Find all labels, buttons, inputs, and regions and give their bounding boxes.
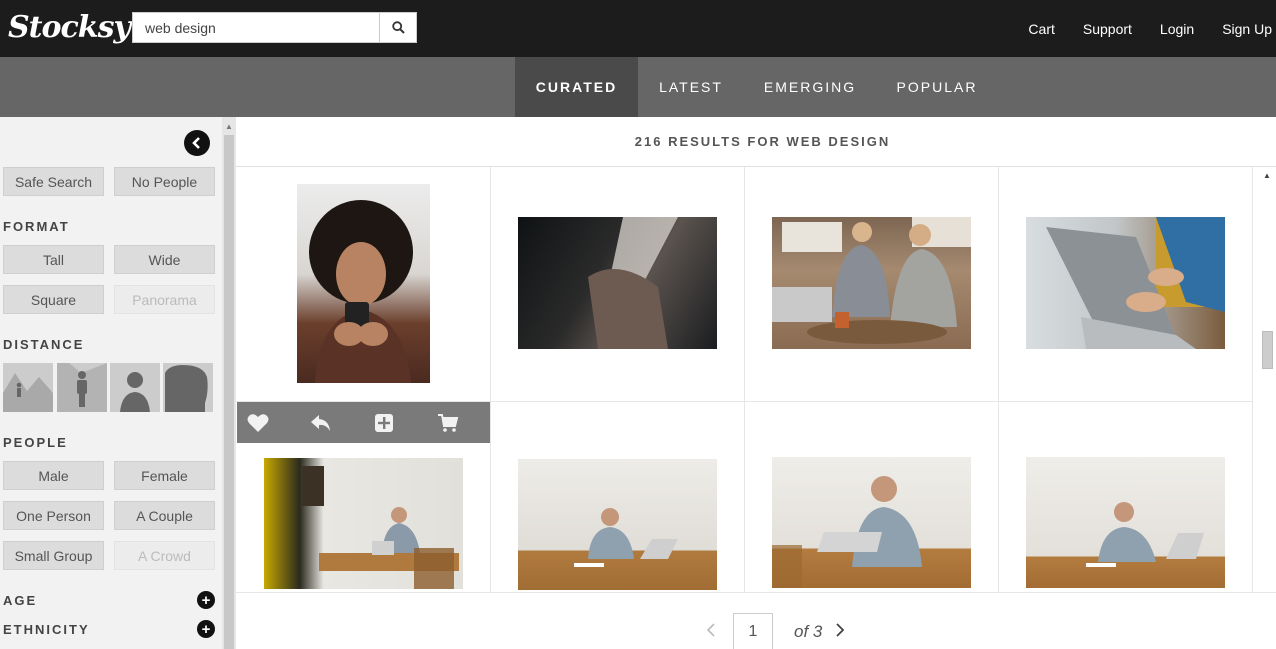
result-thumbnail[interactable] [518, 459, 717, 590]
add-to-lightbox-button[interactable] [373, 412, 395, 434]
result-thumbnail[interactable] [1026, 217, 1225, 349]
results-count-text: 216 RESULTS FOR WEB DESIGN [634, 134, 891, 149]
no-people-toggle[interactable]: No People [114, 167, 215, 196]
age-expand-plus-icon[interactable]: + [197, 591, 215, 609]
people-heading: PEOPLE [3, 435, 68, 450]
woman-with-phone-photo [309, 200, 413, 383]
full-body-figure-icon [57, 363, 107, 412]
result-thumbnail[interactable] [297, 184, 430, 383]
result-tile[interactable] [999, 402, 1253, 592]
format-heading: FORMAT [3, 219, 70, 234]
result-thumbnail[interactable] [518, 217, 717, 349]
tab-curated[interactable]: CURATED [515, 57, 638, 117]
sidebar-scrollbar[interactable]: ▲ [222, 117, 236, 649]
category-tab-bar: CURATED LATEST EMERGING POPULAR [0, 57, 1276, 117]
scroll-up-arrow-icon[interactable]: ▲ [225, 122, 233, 131]
half-body-figure-icon [120, 372, 150, 412]
tile-action-bar [237, 402, 490, 443]
chevron-right-icon [836, 623, 845, 637]
landscape-figure-icon [3, 373, 53, 412]
result-tile[interactable] [491, 167, 745, 402]
support-link[interactable]: Support [1083, 21, 1132, 37]
stocksy-logo[interactable]: Stocksy [8, 10, 131, 45]
previous-page-button[interactable] [705, 622, 717, 643]
result-thumbnail[interactable] [1026, 457, 1225, 588]
distance-full-body-option[interactable] [57, 363, 107, 412]
result-thumbnail[interactable] [264, 458, 463, 589]
tab-popular[interactable]: POPULAR [876, 57, 998, 117]
page-number-input[interactable]: 1 [733, 613, 773, 649]
share-arrow-icon [311, 415, 330, 431]
result-tile[interactable] [745, 402, 999, 592]
safe-search-toggle[interactable]: Safe Search [3, 167, 104, 196]
search-button[interactable] [379, 13, 416, 42]
tab-latest[interactable]: LATEST [638, 57, 744, 117]
closeup-figure-icon [165, 365, 208, 412]
ethnicity-expand-plus-icon[interactable]: + [197, 620, 215, 638]
people-a-crowd-button[interactable]: A Crowd [114, 541, 215, 570]
heart-icon [247, 414, 269, 432]
format-panorama-button[interactable]: Panorama [114, 285, 215, 314]
people-small-group-button[interactable]: Small Group [3, 541, 104, 570]
ethnicity-heading[interactable]: ETHNICITY [3, 622, 90, 637]
share-button[interactable] [310, 412, 332, 434]
cart-link[interactable]: Cart [1028, 21, 1054, 37]
cart-icon [438, 414, 459, 432]
result-tile[interactable] [999, 167, 1253, 402]
hand-holding-phone-photo [588, 217, 678, 349]
result-tile[interactable] [236, 167, 491, 402]
scroll-up-arrow-icon[interactable]: ▲ [1263, 171, 1271, 180]
login-link[interactable]: Login [1160, 21, 1194, 37]
distance-closeup-option[interactable] [163, 363, 213, 412]
laptop-typing-photo [1046, 217, 1225, 349]
results-count-bar: 216 RESULTS FOR WEB DESIGN [236, 117, 1276, 167]
search-icon [391, 21, 405, 34]
people-a-couple-button[interactable]: A Couple [114, 501, 215, 530]
result-thumbnail[interactable] [772, 217, 971, 349]
collapse-sidebar-button[interactable] [184, 130, 210, 156]
man-at-desk-photo-3 [772, 476, 922, 588]
pagination-divider [236, 592, 1276, 593]
chevron-left-icon [192, 137, 200, 149]
plus-square-icon [375, 414, 393, 432]
format-square-button[interactable]: Square [3, 285, 104, 314]
result-tile[interactable] [491, 402, 745, 592]
chevron-left-icon [706, 623, 715, 637]
distance-heading: DISTANCE [3, 337, 85, 352]
result-tile[interactable] [745, 167, 999, 402]
top-navigation-bar: Stocksy Cart Support Login Sign Up [0, 0, 1276, 57]
people-one-person-button[interactable]: One Person [3, 501, 104, 530]
favorite-button[interactable] [247, 412, 269, 434]
people-male-button[interactable]: Male [3, 461, 104, 490]
tab-emerging[interactable]: EMERGING [744, 57, 876, 117]
results-scroll-thumb[interactable] [1262, 331, 1273, 369]
format-tall-button[interactable]: Tall [3, 245, 104, 274]
man-at-desk-wide-photo [302, 466, 459, 589]
results-scrollbar[interactable]: ▲ [1259, 167, 1276, 592]
search-box [132, 12, 417, 43]
result-thumbnail[interactable] [772, 457, 971, 588]
distance-medium-option[interactable] [110, 363, 160, 412]
sidebar-scroll-thumb[interactable] [224, 135, 234, 649]
page-count-text: of 3 [794, 622, 823, 641]
search-input[interactable] [133, 13, 380, 42]
sign-up-link[interactable]: Sign Up [1222, 21, 1272, 37]
two-men-cafe-photo [772, 217, 971, 344]
format-wide-button[interactable]: Wide [114, 245, 215, 274]
man-at-desk-photo-2 [574, 508, 678, 567]
man-at-desk-photo-4 [1086, 502, 1204, 567]
filter-sidebar: Safe Search No People FORMAT Tall Wide S… [0, 117, 222, 649]
age-heading[interactable]: AGE [3, 593, 37, 608]
next-page-button[interactable] [834, 622, 846, 643]
add-to-cart-button[interactable] [437, 412, 459, 434]
people-female-button[interactable]: Female [114, 461, 215, 490]
distance-landscape-option[interactable] [3, 363, 53, 412]
